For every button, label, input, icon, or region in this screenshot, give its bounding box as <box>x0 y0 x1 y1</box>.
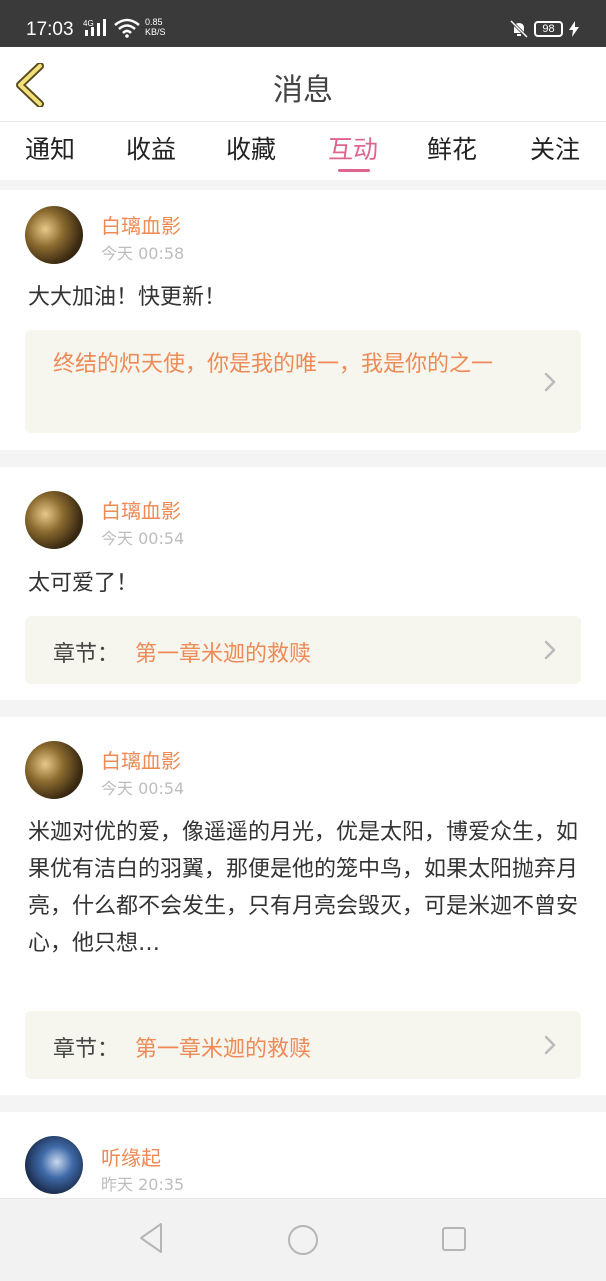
message-time: 今天 00:54 <box>101 779 185 798</box>
triangle-back-icon <box>140 1223 162 1253</box>
app-header: 消息 <box>0 47 606 122</box>
system-nav-bar <box>0 1198 606 1281</box>
avatar[interactable] <box>25 491 83 549</box>
square-recent-icon <box>442 1227 466 1251</box>
chevron-right-icon <box>544 372 556 392</box>
speed-unit: KB/S <box>145 27 166 37</box>
chapter-title: 第一章米迦的救赎 <box>135 1037 312 1062</box>
quote-text: 终结的炽天使，你是我的唯一，我是你的之一 <box>53 352 494 377</box>
chapter-title: 第一章米迦的救赎 <box>135 642 312 667</box>
nav-back-button[interactable] <box>137 1221 165 1259</box>
chevron-right-icon <box>544 1035 556 1055</box>
chapter-reference[interactable]: 章节： 第一章米迦的救赎 <box>25 1011 581 1079</box>
message-text: 太可爱了！ <box>28 571 139 596</box>
message-time: 今天 00:54 <box>101 529 185 548</box>
nav-home-button[interactable] <box>286 1223 320 1261</box>
status-bar: 17:03 4G 0.85 KB/S 98 <box>0 0 606 47</box>
username[interactable]: 白璃血影 <box>101 495 181 524</box>
signal-icon: 4G <box>83 18 111 40</box>
wifi-icon <box>114 18 140 42</box>
network-speed: 0.85 KB/S <box>145 17 166 37</box>
avatar[interactable] <box>25 206 83 264</box>
quote-reference[interactable]: 终结的炽天使，你是我的唯一，我是你的之一 <box>25 330 581 433</box>
tab-earnings[interactable]: 收益 <box>126 130 176 166</box>
tab-favorites[interactable]: 收藏 <box>226 130 276 166</box>
active-tab-indicator <box>338 169 370 172</box>
battery-icon: 98 <box>534 21 563 37</box>
page-title: 消息 <box>273 73 333 108</box>
chevron-right-icon <box>544 640 556 660</box>
circle-home-icon <box>288 1225 318 1255</box>
message-time: 今天 00:58 <box>101 244 185 263</box>
tab-bar: 通知 收益 收藏 互动 鲜花 关注 <box>0 122 606 180</box>
username[interactable]: 听缘起 <box>101 1142 161 1171</box>
message-time: 昨天 20:35 <box>101 1175 185 1194</box>
chapter-label: 章节： <box>53 1037 120 1062</box>
message-text: 大大加油！快更新！ <box>28 285 227 310</box>
charging-icon <box>569 21 579 41</box>
chapter-label: 章节： <box>53 642 120 667</box>
network-type: 4G <box>83 19 94 28</box>
status-time: 17:03 <box>26 19 74 40</box>
speed-value: 0.85 <box>145 17 163 27</box>
nav-recent-button[interactable] <box>441 1226 469 1258</box>
chapter-reference[interactable]: 章节： 第一章米迦的救赎 <box>25 616 581 684</box>
username[interactable]: 白璃血影 <box>101 745 181 774</box>
message-card: 白璃血影 今天 00:54 太可爱了！ 章节： 第一章米迦的救赎 <box>0 467 606 700</box>
mute-icon <box>509 19 529 42</box>
tab-following[interactable]: 关注 <box>530 130 580 166</box>
tab-notifications[interactable]: 通知 <box>25 130 75 166</box>
tab-flowers[interactable]: 鲜花 <box>427 130 477 166</box>
username[interactable]: 白璃血影 <box>101 210 181 239</box>
message-card: 白璃血影 今天 00:58 大大加油！快更新！ 终结的炽天使，你是我的唯一，我是… <box>0 190 606 450</box>
message-card: 听缘起 昨天 20:35 <box>0 1112 606 1198</box>
message-text: 米迦对优的爱，像遥遥的月光，优是太阳，博爱众生，如果优有洁白的羽翼，那便是他的笼… <box>28 820 579 956</box>
avatar[interactable] <box>25 1136 83 1194</box>
avatar[interactable] <box>25 741 83 799</box>
battery-level: 98 <box>542 23 555 35</box>
tab-interactions[interactable]: 互动 <box>328 130 378 166</box>
message-card: 白璃血影 今天 00:54 米迦对优的爱，像遥遥的月光，优是太阳，博爱众生，如果… <box>0 717 606 1095</box>
